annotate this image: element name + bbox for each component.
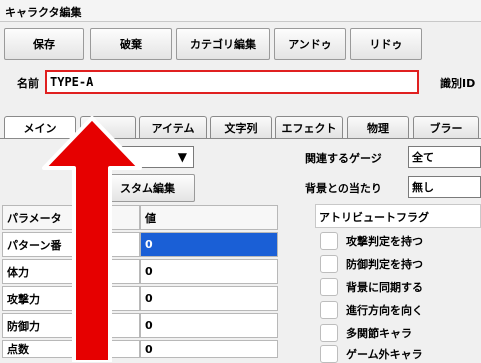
tab-physics[interactable]: 物理: [347, 116, 409, 139]
attribute-flags-title: アトリビュートフラグ: [319, 211, 429, 224]
flag-row[interactable]: 攻撃判定を持つ: [320, 232, 423, 250]
param-row-value[interactable]: 0: [140, 232, 278, 257]
id-label: 識別ID: [440, 77, 476, 90]
discard-button[interactable]: 破棄: [90, 28, 172, 60]
category-edit-button[interactable]: カテゴリ編集: [176, 28, 270, 60]
checkbox[interactable]: [320, 278, 338, 296]
bg-hit-select[interactable]: 無し: [408, 176, 481, 198]
red-arrow-annotation: [42, 116, 142, 362]
flag-row[interactable]: 多関節キャラ: [320, 324, 412, 342]
related-gauge-label: 関連するゲージ: [305, 152, 382, 165]
flag-row[interactable]: 防御判定を持つ: [320, 255, 423, 273]
save-button[interactable]: 保存: [4, 28, 84, 60]
param-row-value[interactable]: 0: [140, 313, 278, 338]
flag-row[interactable]: 進行方向を向く: [320, 301, 423, 319]
param-row-value[interactable]: 0: [140, 259, 278, 284]
checkbox[interactable]: [320, 324, 338, 342]
title-bar: キャラクタ編集: [0, 0, 481, 22]
checkbox[interactable]: [320, 255, 338, 273]
tab-item[interactable]: アイテム: [139, 116, 207, 139]
tab-strings[interactable]: 文字列: [210, 116, 272, 139]
name-input[interactable]: TYPE-A: [45, 70, 419, 94]
checkbox[interactable]: [320, 345, 338, 363]
window-title: キャラクタ編集: [5, 6, 82, 19]
name-value: TYPE-A: [50, 75, 94, 89]
arrow-up-icon: [42, 116, 142, 362]
tab-effect[interactable]: エフェクト: [275, 116, 343, 139]
flag-row[interactable]: ゲーム外キャラ: [320, 345, 423, 363]
redo-button[interactable]: リドゥ: [350, 28, 422, 60]
flag-row[interactable]: 背景に同期する: [320, 278, 423, 296]
attribute-flags-header: アトリビュートフラグ: [315, 204, 481, 228]
chevron-down-icon: ▼: [177, 150, 187, 164]
name-label: 名前: [17, 77, 39, 90]
tab-blur[interactable]: ブラー: [413, 116, 479, 139]
checkbox[interactable]: [320, 301, 338, 319]
bg-hit-label: 背景との当たり: [305, 182, 382, 195]
undo-button[interactable]: アンドゥ: [274, 28, 346, 60]
param-row-value[interactable]: 0: [140, 340, 278, 358]
related-gauge-select[interactable]: 全て: [408, 146, 481, 168]
param-row-value[interactable]: 0: [140, 286, 278, 311]
checkbox[interactable]: [320, 232, 338, 250]
param-header-value: 値: [140, 205, 278, 230]
